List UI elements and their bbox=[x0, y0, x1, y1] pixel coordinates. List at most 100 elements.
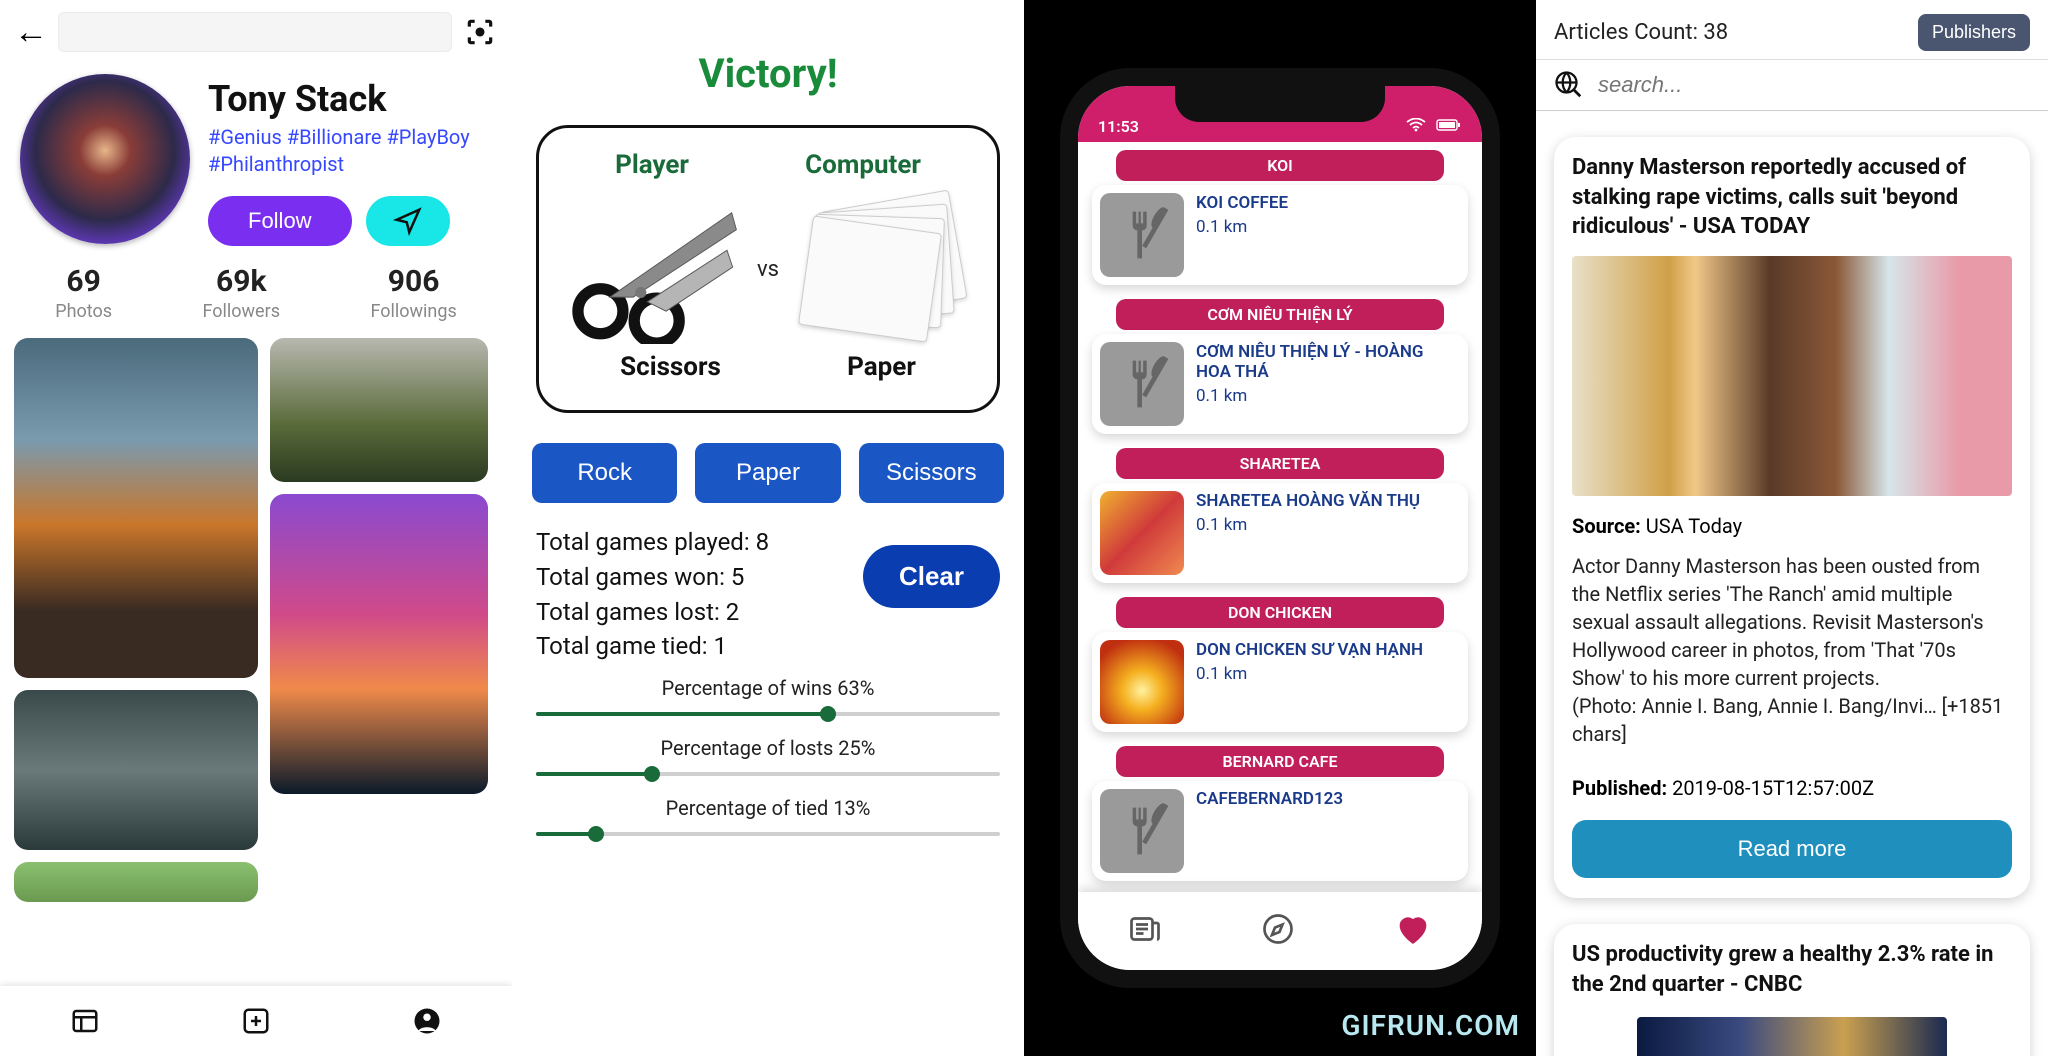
article-headline: US productivity grew a healthy 2.3% rate… bbox=[1572, 940, 2012, 999]
profile-name: Tony Stack bbox=[208, 78, 492, 120]
restaurant-thumb bbox=[1100, 640, 1184, 724]
photo-item[interactable] bbox=[14, 862, 258, 902]
slider-label: Percentage of wins 63% bbox=[536, 676, 1000, 700]
bottom-tabs bbox=[1078, 892, 1482, 970]
status-time: 11:53 bbox=[1098, 117, 1139, 136]
rock-button[interactable]: Rock bbox=[532, 443, 677, 503]
article-published: Published: 2019-08-15T12:57:00Z bbox=[1572, 776, 2012, 800]
watermark: GIFRUN.COM bbox=[1341, 1009, 1520, 1042]
vs-label: vs bbox=[757, 257, 779, 282]
photo-item[interactable] bbox=[14, 338, 258, 678]
slider-label: Percentage of losts 25% bbox=[536, 736, 1000, 760]
phone-frame: 11:53 KOIKOI COFFEE0.1 kmCƠM NIÊU THIỆN … bbox=[1060, 68, 1500, 988]
game-card: Player Computer vs Scissors Paper bbox=[536, 125, 1000, 413]
stat-won: Total games won: 5 bbox=[536, 560, 849, 595]
photo-item[interactable] bbox=[270, 494, 488, 794]
article-card[interactable]: US productivity grew a healthy 2.3% rate… bbox=[1554, 924, 2030, 1056]
globe-search-icon[interactable] bbox=[1554, 70, 1584, 100]
restaurant-list-screen: 11:53 KOIKOI COFFEE0.1 kmCƠM NIÊU THIỆN … bbox=[1024, 0, 1536, 1056]
paper-icon bbox=[789, 194, 979, 344]
percentage-slider[interactable]: Percentage of wins 63% bbox=[536, 676, 1000, 724]
profile-header: Tony Stack #Genius #Billionare #PlayBoy … bbox=[0, 64, 512, 250]
publishers-button[interactable]: Publishers bbox=[1918, 14, 2030, 51]
section-badge: KOI bbox=[1116, 150, 1444, 181]
nav-add-icon[interactable] bbox=[238, 1003, 274, 1039]
restaurant-card[interactable]: KOI COFFEE 0.1 km bbox=[1092, 185, 1468, 285]
restaurant-section: SHARETEA SHARETEA HOÀNG VĂN THỤ0.1 km bbox=[1092, 448, 1468, 583]
restaurant-thumb bbox=[1100, 491, 1184, 575]
photo-item[interactable] bbox=[270, 338, 488, 482]
back-arrow-icon[interactable]: ← bbox=[14, 12, 48, 52]
computer-choice: Paper bbox=[847, 352, 916, 382]
tab-news-icon[interactable] bbox=[1127, 911, 1163, 951]
profile-topbar: ← bbox=[0, 0, 512, 64]
section-badge: SHARETEA bbox=[1116, 448, 1444, 479]
restaurant-section: KOI KOI COFFEE 0.1 km bbox=[1092, 150, 1468, 285]
paper-button[interactable]: Paper bbox=[695, 443, 840, 503]
read-more-button[interactable]: Read more bbox=[1572, 820, 2012, 878]
wifi-icon bbox=[1406, 118, 1426, 132]
nav-profile-icon[interactable] bbox=[409, 1003, 445, 1039]
restaurant-section: CƠM NIÊU THIỆN LÝCƠM NIÊU THIỆN LÝ - HOÀ… bbox=[1092, 299, 1468, 434]
restaurant-card[interactable]: CAFEBERNARD123 bbox=[1092, 781, 1468, 881]
photo-item[interactable] bbox=[14, 690, 258, 850]
restaurant-section: BERNARD CAFE CAFEBERNARD123 bbox=[1092, 746, 1468, 881]
article-image bbox=[1637, 1017, 1947, 1056]
restaurant-card[interactable]: SHARETEA HOÀNG VĂN THỤ0.1 km bbox=[1092, 483, 1468, 583]
section-badge: BERNARD CAFE bbox=[1116, 746, 1444, 777]
restaurant-card[interactable]: CƠM NIÊU THIỆN LÝ - HOÀNG HOA THÁ 0.1 km bbox=[1092, 334, 1468, 434]
avatar[interactable] bbox=[20, 74, 190, 244]
game-result-title: Victory! bbox=[512, 50, 1024, 97]
paper-plane-icon bbox=[393, 206, 423, 236]
tab-favorites-icon[interactable] bbox=[1393, 909, 1433, 953]
restaurant-title: CAFEBERNARD123 bbox=[1196, 789, 1460, 809]
search-input[interactable] bbox=[58, 12, 452, 52]
restaurant-thumb bbox=[1100, 342, 1184, 426]
articles-screen: Articles Count: 38 Publishers Danny Mast… bbox=[1536, 0, 2048, 1056]
article-source: Source: USA Today bbox=[1572, 514, 2012, 538]
restaurant-title: CƠM NIÊU THIỆN LÝ - HOÀNG HOA THÁ bbox=[1196, 342, 1460, 382]
article-description: Actor Danny Masterson has been ousted fr… bbox=[1572, 552, 2012, 748]
restaurant-card[interactable]: DON CHICKEN SƯ VẠN HẠNH0.1 km bbox=[1092, 632, 1468, 732]
battery-icon bbox=[1436, 118, 1462, 132]
search-input[interactable] bbox=[1598, 72, 2030, 98]
scissors-button[interactable]: Scissors bbox=[859, 443, 1004, 503]
phone-notch bbox=[1175, 86, 1385, 122]
restaurant-thumb bbox=[1100, 789, 1184, 873]
restaurant-distance: 0.1 km bbox=[1196, 515, 1460, 535]
player-choice: Scissors bbox=[620, 352, 721, 382]
restaurant-distance: 0.1 km bbox=[1196, 386, 1460, 406]
article-card[interactable]: Danny Masterson reportedly accused of st… bbox=[1554, 137, 2030, 898]
profile-screen: ← Tony Stack #Genius #Billionare #PlayBo… bbox=[0, 0, 512, 1056]
tab-explore-icon[interactable] bbox=[1260, 911, 1296, 951]
percentage-slider[interactable]: Percentage of tied 13% bbox=[536, 796, 1000, 844]
profile-tags-line1: #Genius #Billionare #PlayBoy bbox=[208, 125, 470, 149]
profile-tags-line2: #Philanthropist bbox=[208, 152, 344, 176]
status-icons bbox=[1406, 117, 1462, 136]
restaurant-title: DON CHICKEN SƯ VẠN HẠNH bbox=[1196, 640, 1460, 660]
slider-label: Percentage of tied 13% bbox=[536, 796, 1000, 820]
player-label: Player bbox=[615, 150, 689, 180]
scan-icon[interactable] bbox=[462, 14, 498, 50]
section-badge: DON CHICKEN bbox=[1116, 597, 1444, 628]
article-image bbox=[1572, 256, 2012, 496]
clear-button[interactable]: Clear bbox=[863, 545, 1000, 608]
percentage-slider[interactable]: Percentage of losts 25% bbox=[536, 736, 1000, 784]
computer-label: Computer bbox=[805, 150, 921, 180]
send-message-button[interactable] bbox=[366, 196, 450, 246]
bottom-nav bbox=[0, 986, 512, 1056]
restaurant-title: KOI COFFEE bbox=[1196, 193, 1460, 213]
restaurant-distance: 0.1 km bbox=[1196, 217, 1460, 237]
restaurant-list[interactable]: KOIKOI COFFEE0.1 kmCƠM NIÊU THIỆN LÝCƠM … bbox=[1078, 142, 1482, 902]
stat-photos[interactable]: 69 Photos bbox=[55, 264, 112, 322]
follow-button[interactable]: Follow bbox=[208, 196, 352, 246]
rps-game-screen: Victory! Player Computer vs Scissors Pap… bbox=[512, 0, 1024, 1056]
nav-home-icon[interactable] bbox=[67, 1003, 103, 1039]
profile-tags: #Genius #Billionare #PlayBoy #Philanthro… bbox=[208, 124, 492, 178]
restaurant-section: DON CHICKEN DON CHICKEN SƯ VẠN HẠNH0.1 km bbox=[1092, 597, 1468, 732]
stat-followings[interactable]: 906 Followings bbox=[370, 264, 456, 322]
article-headline: Danny Masterson reportedly accused of st… bbox=[1572, 153, 2012, 242]
game-stats: Total games played: 8 Total games won: 5… bbox=[536, 525, 849, 664]
stat-followers[interactable]: 69k Followers bbox=[202, 264, 280, 322]
restaurant-thumb bbox=[1100, 193, 1184, 277]
